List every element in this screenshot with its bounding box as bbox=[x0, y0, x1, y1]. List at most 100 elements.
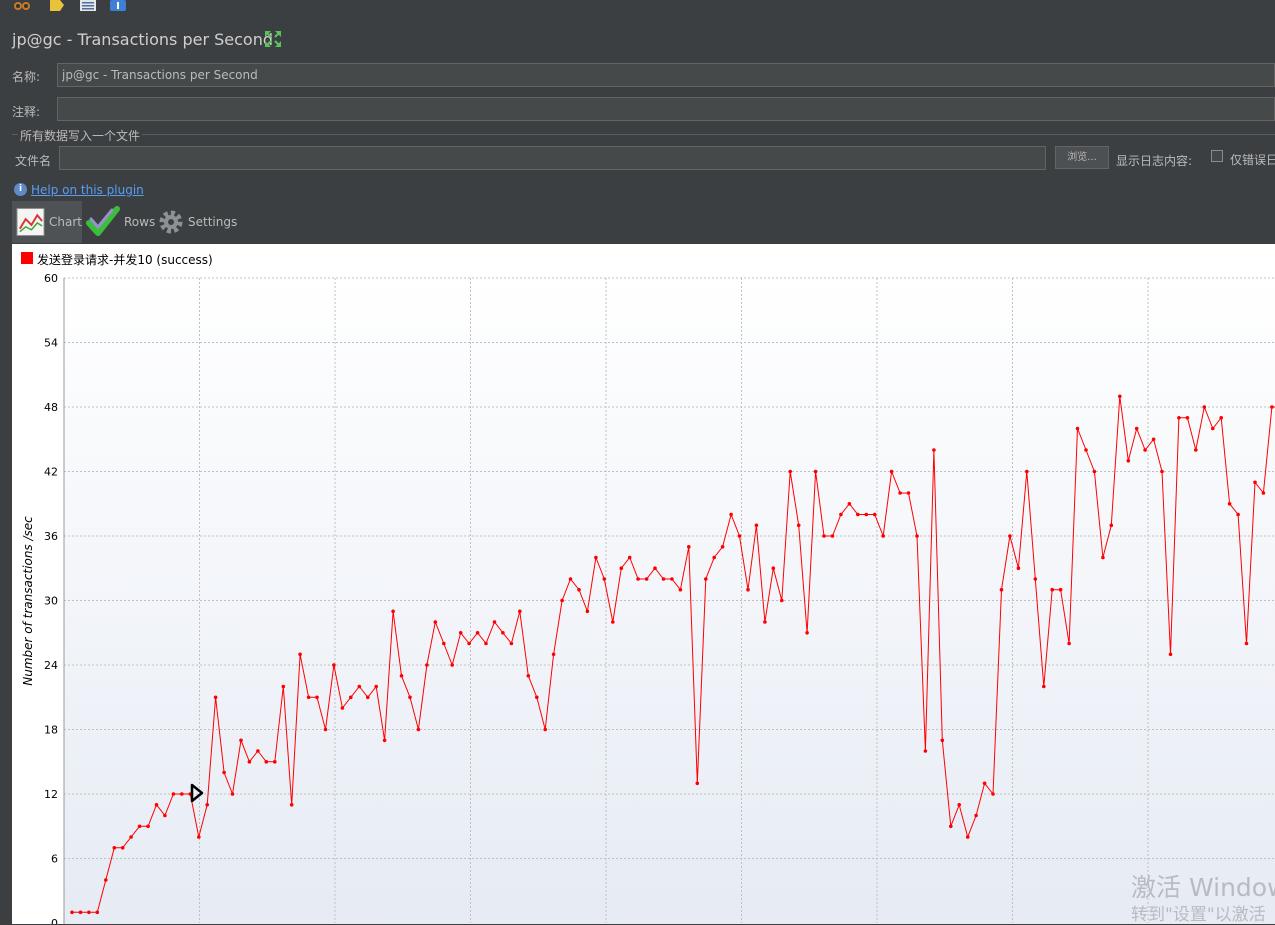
data-point bbox=[1126, 459, 1131, 463]
data-point bbox=[95, 910, 100, 915]
data-point bbox=[484, 641, 488, 646]
data-point bbox=[678, 587, 683, 592]
data-point bbox=[1194, 448, 1198, 452]
y-tick-label: 6 bbox=[51, 853, 58, 866]
y-tick-label: 48 bbox=[44, 401, 58, 414]
log-content-label: 显示日志内容: bbox=[1116, 154, 1193, 168]
data-point bbox=[940, 738, 945, 743]
data-point bbox=[349, 695, 353, 700]
data-point bbox=[661, 577, 666, 581]
data-point bbox=[1261, 491, 1266, 495]
data-point bbox=[163, 813, 167, 818]
name-input[interactable] bbox=[57, 63, 1275, 87]
data-point bbox=[636, 577, 640, 581]
checkmark-icon bbox=[86, 206, 120, 236]
data-point bbox=[1033, 577, 1038, 581]
data-point bbox=[822, 534, 826, 538]
data-point bbox=[197, 835, 201, 839]
data-point bbox=[1109, 523, 1114, 528]
data-point bbox=[332, 663, 336, 667]
data-point bbox=[771, 566, 776, 570]
data-point bbox=[1075, 426, 1080, 431]
data-point bbox=[247, 760, 252, 764]
data-point bbox=[1177, 416, 1181, 420]
data-point bbox=[1101, 555, 1105, 560]
data-point bbox=[881, 534, 885, 538]
browse-button[interactable]: 浏览... bbox=[1055, 146, 1109, 169]
data-point bbox=[340, 706, 345, 710]
legend-label: 发送登录请求-并发10 (success) bbox=[37, 252, 213, 267]
data-point bbox=[501, 631, 505, 635]
binoculars-icon[interactable] bbox=[14, 0, 30, 11]
data-point bbox=[1067, 641, 1071, 646]
info-icon[interactable] bbox=[110, 0, 126, 11]
list-icon[interactable] bbox=[80, 0, 96, 11]
expand-icon[interactable] bbox=[264, 30, 282, 48]
data-point bbox=[568, 577, 573, 581]
data-point bbox=[746, 587, 750, 592]
data-point bbox=[602, 577, 607, 581]
data-point bbox=[535, 695, 539, 700]
tag-icon[interactable] bbox=[48, 0, 64, 11]
tab-settings-label: Settings bbox=[188, 215, 238, 229]
watermark-subtitle: 转到"设置"以激活 bbox=[1131, 905, 1266, 925]
data-point bbox=[1202, 405, 1207, 409]
data-point bbox=[898, 491, 902, 495]
data-point bbox=[805, 631, 809, 635]
watermark-title: 激活 Windows bbox=[1131, 873, 1275, 902]
comment-label: 注释: bbox=[12, 105, 41, 119]
data-point bbox=[382, 738, 387, 743]
data-point bbox=[171, 792, 176, 796]
y-tick-label: 24 bbox=[44, 659, 58, 672]
filename-label: 文件名 bbox=[15, 154, 52, 168]
data-point bbox=[543, 727, 547, 732]
data-point bbox=[551, 652, 556, 657]
data-point bbox=[1244, 641, 1249, 646]
y-tick-label: 42 bbox=[44, 466, 58, 479]
comment-input[interactable] bbox=[57, 97, 1275, 121]
data-point bbox=[526, 674, 531, 678]
data-point bbox=[627, 555, 632, 560]
data-point bbox=[999, 587, 1004, 592]
data-point bbox=[729, 512, 733, 517]
errors-only-checkbox[interactable] bbox=[1211, 150, 1223, 162]
data-point bbox=[872, 512, 877, 517]
y-tick-label: 30 bbox=[44, 595, 58, 608]
data-point bbox=[1211, 426, 1215, 431]
filename-input[interactable] bbox=[59, 146, 1046, 170]
data-point bbox=[982, 781, 987, 786]
help-link[interactable]: Help on this plugin bbox=[31, 183, 144, 197]
data-point bbox=[704, 577, 708, 581]
data-point bbox=[1227, 502, 1232, 506]
data-point bbox=[796, 523, 801, 528]
data-point bbox=[104, 878, 108, 882]
data-point bbox=[949, 824, 953, 829]
data-point bbox=[644, 577, 649, 581]
data-point bbox=[239, 738, 243, 743]
data-point bbox=[1042, 684, 1046, 689]
data-point bbox=[754, 523, 759, 528]
data-point bbox=[720, 545, 725, 549]
data-point bbox=[1270, 405, 1274, 409]
data-point bbox=[213, 695, 218, 700]
tab-rows[interactable]: Rows bbox=[86, 201, 156, 243]
tab-chart[interactable]: Chart bbox=[12, 201, 82, 243]
data-point bbox=[923, 749, 928, 753]
data-point bbox=[560, 598, 564, 603]
name-label: 名称: bbox=[12, 70, 41, 84]
data-point bbox=[1160, 469, 1164, 474]
data-point bbox=[120, 846, 125, 850]
tab-rows-label: Rows bbox=[124, 215, 156, 229]
data-point bbox=[306, 695, 311, 700]
data-point bbox=[611, 620, 615, 624]
data-point bbox=[856, 512, 860, 517]
data-point bbox=[112, 846, 117, 850]
data-point bbox=[399, 674, 404, 678]
tab-settings[interactable]: Settings bbox=[158, 201, 248, 243]
data-point bbox=[1253, 480, 1257, 485]
data-point bbox=[273, 760, 277, 764]
data-point bbox=[70, 910, 74, 915]
tps-chart: 0 6 12 18 24 30 36 42 48 54 60 Number of transacti… bbox=[21, 252, 1275, 924]
data-point bbox=[1185, 416, 1190, 420]
data-point bbox=[780, 598, 784, 603]
